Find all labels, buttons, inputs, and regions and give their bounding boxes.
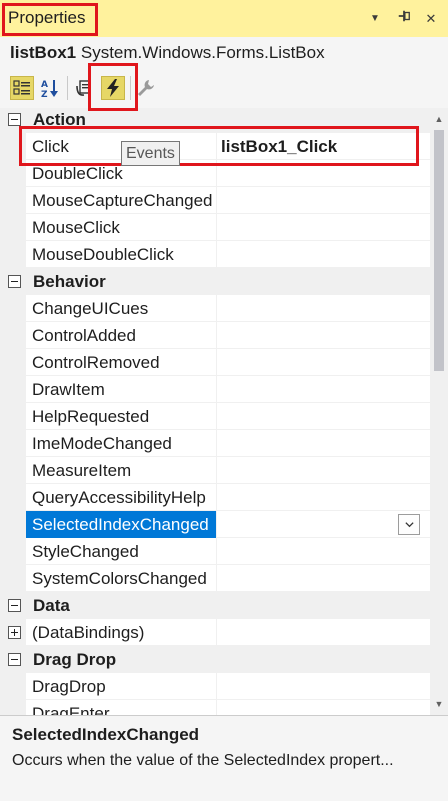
collapse-icon[interactable] — [8, 653, 21, 666]
event-name: ImeModeChanged — [26, 430, 217, 457]
property-grid: Action Click listBox1_Click DoubleClick … — [0, 108, 430, 715]
event-handler-value[interactable] — [217, 538, 430, 565]
event-handler-value[interactable] — [217, 322, 430, 349]
categorized-icon[interactable] — [10, 76, 34, 100]
event-name: ControlRemoved — [26, 349, 217, 376]
event-row-controlremoved[interactable]: ControlRemoved — [0, 349, 430, 376]
event-name: SystemColorsChanged — [26, 565, 217, 592]
event-handler-value[interactable] — [217, 241, 430, 268]
event-row-databindings[interactable]: (DataBindings) — [0, 619, 430, 646]
event-name: ChangeUICues — [26, 295, 217, 322]
event-handler-value[interactable] — [217, 565, 430, 592]
collapse-icon[interactable] — [8, 599, 21, 612]
event-row-controladded[interactable]: ControlAdded — [0, 322, 430, 349]
event-row-changeuicues[interactable]: ChangeUICues — [0, 295, 430, 322]
event-handler-value[interactable] — [217, 619, 430, 646]
scroll-thumb[interactable] — [434, 130, 444, 371]
event-row-systemcolorschanged[interactable]: SystemColorsChanged — [0, 565, 430, 592]
event-handler-value[interactable] — [217, 295, 430, 322]
pin-icon[interactable] — [393, 8, 415, 30]
event-handler-value[interactable] — [217, 430, 430, 457]
event-name: ControlAdded — [26, 322, 217, 349]
event-name: QueryAccessibilityHelp — [26, 484, 217, 511]
object-selector[interactable]: listBox1 System.Windows.Forms.ListBox — [0, 37, 448, 68]
events-tooltip: Events — [121, 141, 180, 166]
event-handler-value[interactable] — [217, 700, 430, 715]
title-highlight-box — [2, 3, 98, 36]
close-icon[interactable]: ✕ — [420, 8, 442, 30]
event-row-dragenter[interactable]: DragEnter — [0, 700, 430, 715]
category-behavior[interactable]: Behavior — [0, 268, 430, 295]
alphabetical-icon[interactable]: AZ — [38, 76, 62, 100]
event-name: SelectedIndexChanged — [26, 511, 217, 538]
scroll-down-icon[interactable]: ▼ — [430, 695, 448, 713]
events-highlight-box — [88, 63, 138, 111]
collapse-icon[interactable] — [8, 275, 21, 288]
event-handler-value[interactable] — [217, 673, 430, 700]
click-row-highlight-box — [19, 126, 419, 166]
expand-icon[interactable] — [8, 626, 21, 639]
collapse-icon[interactable] — [8, 113, 21, 126]
object-name: listBox1 — [10, 43, 77, 62]
event-name: MouseClick — [26, 214, 217, 241]
event-handler-value[interactable] — [217, 349, 430, 376]
event-row-queryaccessibilityhelp[interactable]: QueryAccessibilityHelp — [0, 484, 430, 511]
event-name: MouseCaptureChanged — [26, 187, 217, 214]
event-handler-value[interactable] — [217, 484, 430, 511]
event-name: MouseDoubleClick — [26, 241, 217, 268]
toolbar-separator — [67, 76, 68, 100]
description-pane: SelectedIndexChanged Occurs when the val… — [0, 715, 448, 801]
event-handler-value[interactable] — [217, 457, 430, 484]
event-name: HelpRequested — [26, 403, 217, 430]
event-name: DrawItem — [26, 376, 217, 403]
window-menu-dropdown-icon[interactable]: ▼ — [364, 8, 386, 30]
description-title: SelectedIndexChanged — [12, 725, 200, 744]
object-type: System.Windows.Forms.ListBox — [80, 43, 325, 62]
event-row-dragdrop[interactable]: DragDrop — [0, 673, 430, 700]
description-text: Occurs when the value of the SelectedInd… — [12, 752, 394, 769]
event-row-helprequested[interactable]: HelpRequested — [0, 403, 430, 430]
event-row-imemodechanged[interactable]: ImeModeChanged — [0, 430, 430, 457]
event-name: (DataBindings) — [26, 619, 217, 646]
event-row-mouseclick[interactable]: MouseClick — [0, 214, 430, 241]
event-row-selectedindexchanged[interactable]: SelectedIndexChanged — [0, 511, 430, 538]
svg-text:Z: Z — [41, 90, 48, 98]
event-name: DragDrop — [26, 673, 217, 700]
event-handler-value[interactable] — [217, 403, 430, 430]
scroll-up-icon[interactable]: ▲ — [430, 110, 448, 128]
event-row-drawitem[interactable]: DrawItem — [0, 376, 430, 403]
category-label: Behavior — [33, 272, 106, 291]
category-label: Drag Drop — [33, 650, 117, 669]
event-handler-value[interactable] — [217, 376, 430, 403]
chevron-down-icon — [404, 522, 414, 528]
vertical-scrollbar[interactable]: ▲ ▼ — [430, 108, 448, 715]
event-handler-value[interactable] — [217, 187, 430, 214]
event-row-mousecapturechanged[interactable]: MouseCaptureChanged — [0, 187, 430, 214]
event-name: StyleChanged — [26, 538, 217, 565]
handler-dropdown-button[interactable] — [398, 514, 420, 535]
event-handler-value[interactable] — [217, 214, 430, 241]
category-drag-drop[interactable]: Drag Drop — [0, 646, 430, 673]
category-data[interactable]: Data — [0, 592, 430, 619]
event-row-stylechanged[interactable]: StyleChanged — [0, 538, 430, 565]
properties-toolbar: AZ — [0, 68, 448, 108]
event-name: MeasureItem — [26, 457, 217, 484]
category-label: Data — [33, 596, 70, 615]
event-row-measureitem[interactable]: MeasureItem — [0, 457, 430, 484]
event-row-mousedoubleclick[interactable]: MouseDoubleClick — [0, 241, 430, 268]
svg-text:A: A — [41, 80, 48, 90]
event-name: DragEnter — [26, 700, 217, 715]
